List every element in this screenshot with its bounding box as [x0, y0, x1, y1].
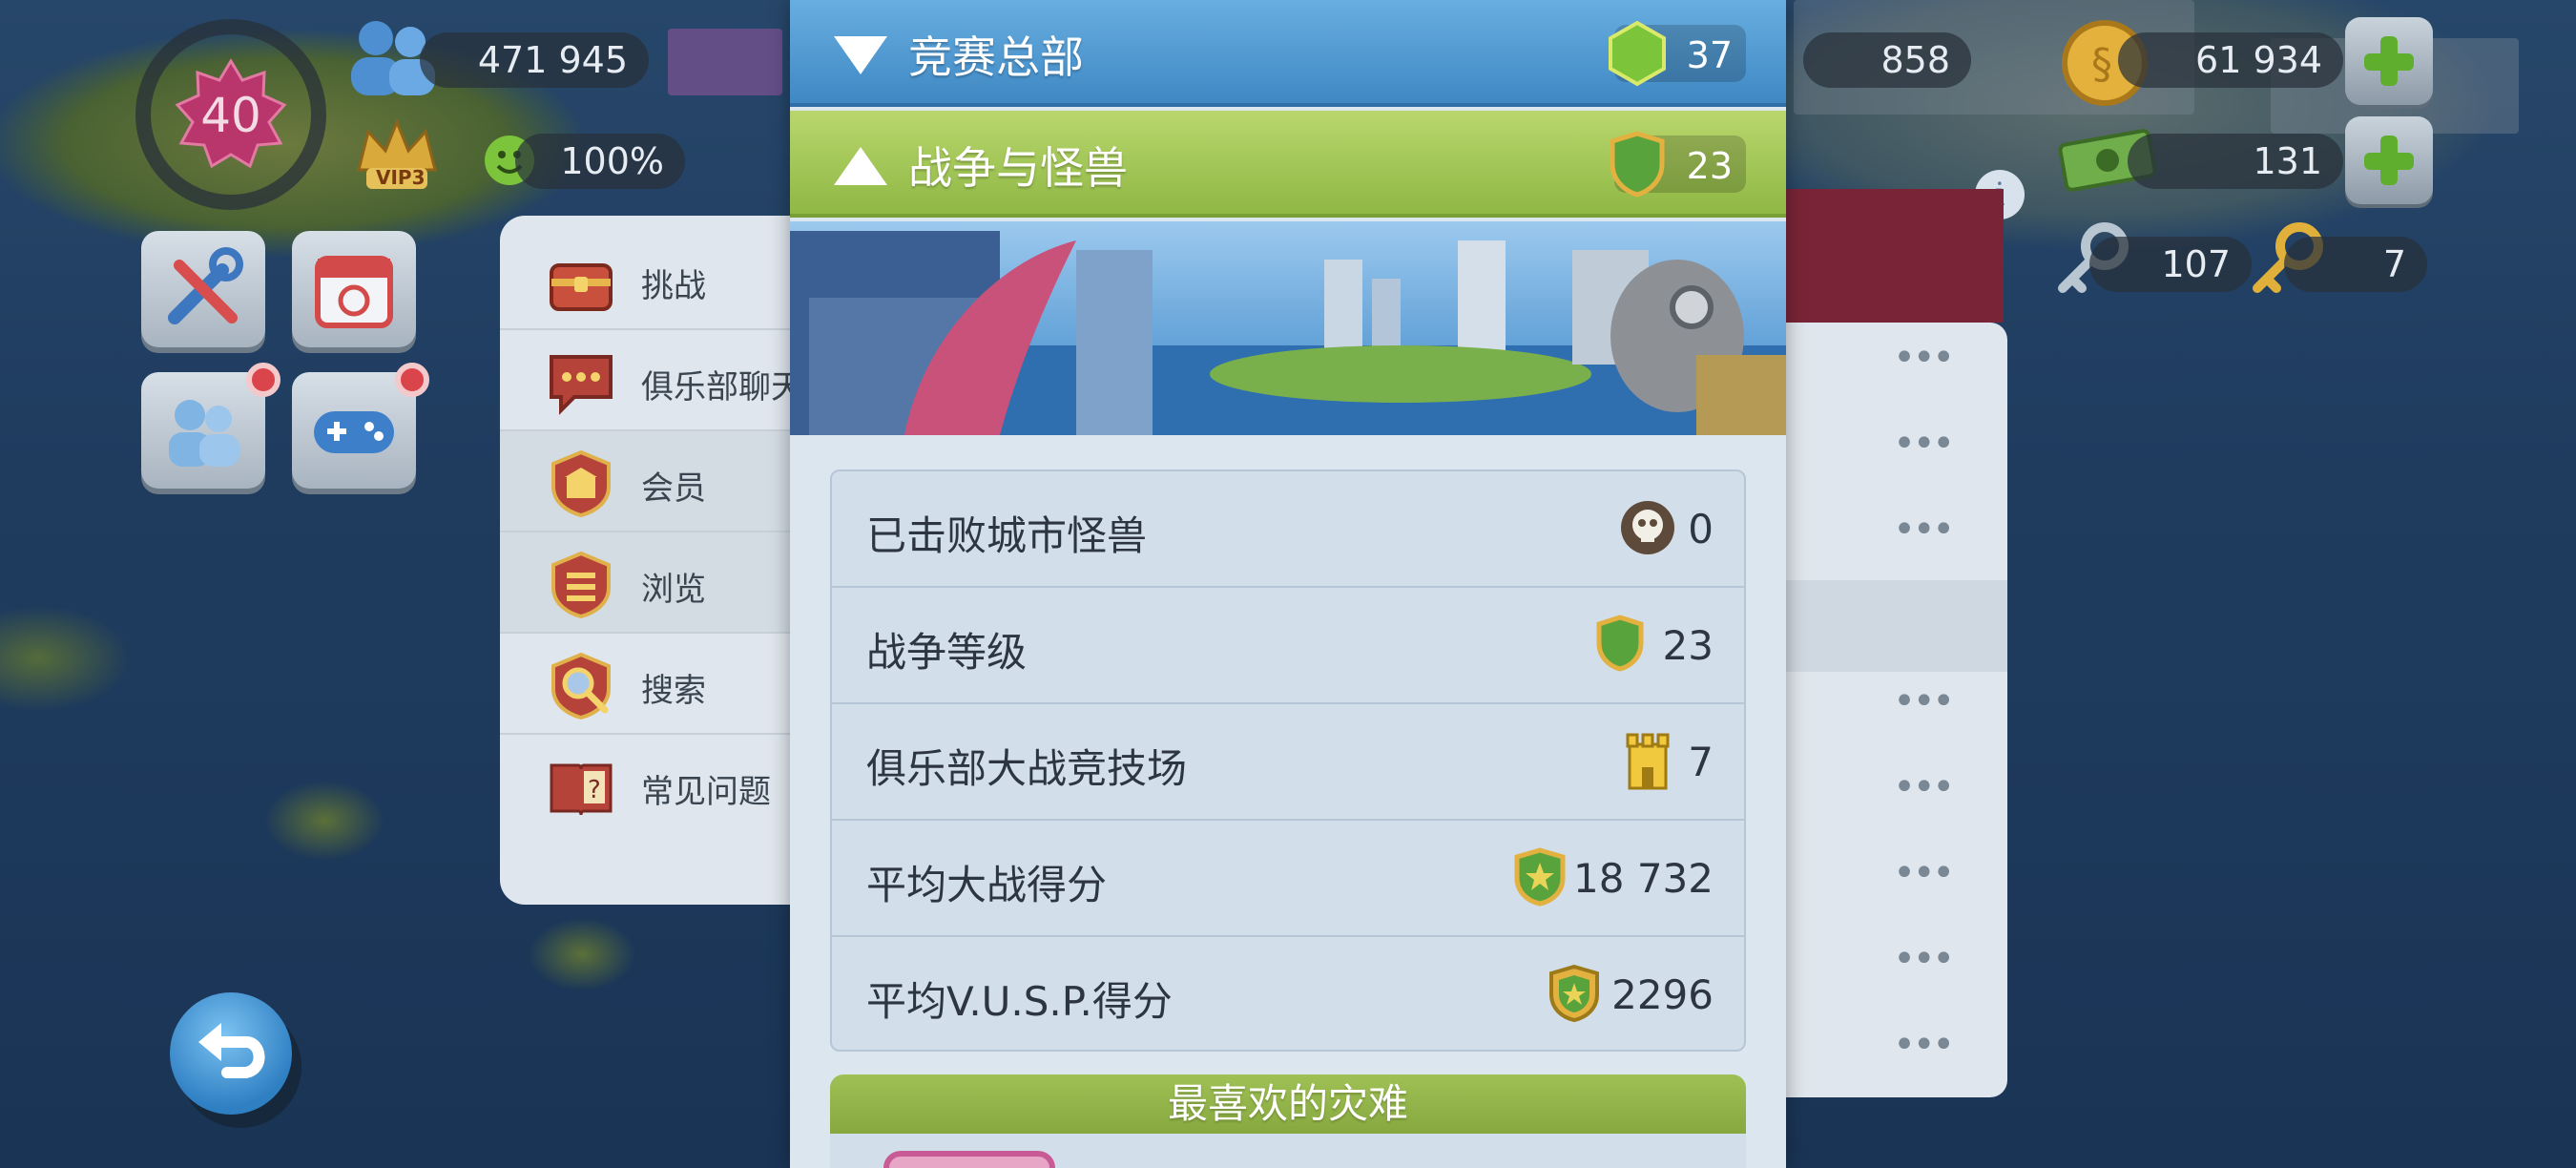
- menu-label-club-chat: 俱乐部聊天: [641, 368, 803, 407]
- friends-button[interactable]: [141, 372, 265, 489]
- green-hexagon-icon: [1609, 20, 1666, 87]
- favorite-disaster-card[interactable]: [883, 1151, 1055, 1168]
- more-options-icon[interactable]: •••: [1893, 422, 1955, 466]
- stat-row-war-level: 战争等级 23: [832, 588, 1744, 704]
- stat-label: 平均V.U.S.P.得分: [866, 978, 1173, 1025]
- members-icon: [551, 449, 611, 518]
- more-options-icon[interactable]: •••: [1893, 851, 1955, 895]
- more-options-icon[interactable]: •••: [1893, 336, 1955, 380]
- stat-value: 18 732: [1573, 855, 1714, 902]
- menu-label-search: 搜索: [641, 672, 706, 710]
- menu-label-browse: 浏览: [641, 571, 706, 609]
- friends-icon: [169, 400, 239, 467]
- favorite-disaster-section: [830, 1134, 1746, 1168]
- svg-text:?: ?: [588, 776, 601, 804]
- calendar-button[interactable]: [292, 231, 416, 347]
- menu-item-members[interactable]: 会员: [500, 431, 815, 532]
- add-simoleons-button[interactable]: [2345, 17, 2433, 105]
- build-tools-button[interactable]: [141, 231, 265, 347]
- menu-item-faq[interactable]: ? 常见问题: [500, 735, 815, 836]
- stat-value: 2296: [1611, 971, 1714, 1018]
- vip-label: VIP3: [376, 166, 426, 189]
- war-shield-icon: [1610, 131, 1665, 198]
- browse-icon: [551, 551, 611, 619]
- cash-counter: 131: [2128, 134, 2343, 189]
- war-monsters-title: 战争与怪兽: [908, 142, 1128, 194]
- silver-keys-value: 107: [2161, 243, 2231, 285]
- more-options-icon[interactable]: •••: [1893, 765, 1955, 809]
- contest-hq-header[interactable]: 竞赛总部 37: [790, 0, 1786, 107]
- level-value: 40: [200, 88, 261, 143]
- back-button[interactable]: [170, 992, 292, 1115]
- friends-notification-dot: [246, 363, 280, 397]
- stat-label: 平均大战得分: [866, 862, 1108, 908]
- game-notification-dot: [395, 363, 429, 397]
- star-shield-icon: [1514, 847, 1566, 907]
- right-list-panel: ••• ••• ••• ••• ••• ••• ••• •••: [1775, 189, 2007, 1097]
- stat-row-club-war-arena: 俱乐部大战竞技场 7: [832, 704, 1744, 821]
- war-monsters-value: 23: [1686, 145, 1733, 187]
- collapse-triangle-icon: [834, 147, 887, 185]
- club-stats-panel: 竞赛总部 37 战争与怪兽 23 已击败城市怪兽 0 战争等级 23 俱乐部大战…: [790, 0, 1786, 1168]
- currency-858-counter: 858: [1803, 32, 1971, 88]
- stat-label: 战争等级: [866, 629, 1028, 676]
- war-shield-icon: [1596, 615, 1644, 672]
- chest-icon: [550, 263, 613, 311]
- silver-keys-counter: 107: [2089, 237, 2252, 292]
- level-badge[interactable]: 40: [135, 19, 326, 210]
- war-banner-image: [790, 221, 1786, 435]
- search-icon: [551, 652, 611, 720]
- undo-arrow-icon: [198, 1023, 265, 1078]
- stat-row-avg-war-score: 平均大战得分 18 732: [832, 821, 1744, 937]
- calendar-icon: [315, 256, 393, 328]
- simoleons-value: 61 934: [2195, 39, 2322, 81]
- svg-text:§: §: [2091, 40, 2112, 89]
- menu-item-search[interactable]: 搜索: [500, 634, 815, 735]
- war-monsters-badge: 23: [1610, 131, 1746, 198]
- more-options-icon[interactable]: •••: [1893, 508, 1955, 552]
- add-cash-button[interactable]: [2345, 116, 2433, 204]
- cash-value: 131: [2253, 140, 2322, 182]
- happiness-counter: 100%: [515, 134, 685, 189]
- stat-value: 0: [1688, 506, 1714, 553]
- faq-book-icon: ?: [550, 763, 613, 816]
- population-value: 471 945: [477, 39, 628, 81]
- expand-triangle-icon: [834, 36, 887, 74]
- stat-label: 已击败城市怪兽: [866, 512, 1148, 559]
- more-options-icon[interactable]: •••: [1893, 937, 1955, 981]
- menu-label-members: 会员: [641, 469, 706, 508]
- menu-label-faq: 常见问题: [641, 773, 771, 811]
- stat-row-monsters-defeated: 已击败城市怪兽 0: [832, 471, 1744, 588]
- stat-label: 俱乐部大战竞技场: [866, 745, 1188, 792]
- happiness-value: 100%: [560, 140, 664, 182]
- stat-row-avg-vusp-score: 平均V.U.S.P.得分 2296: [832, 937, 1744, 1053]
- vu-shield-icon: [1549, 964, 1599, 1023]
- menu-item-browse[interactable]: 浏览: [500, 532, 815, 634]
- favorite-disaster-header: 最喜欢的灾难: [830, 1074, 1746, 1134]
- population-counter: 471 945: [420, 32, 649, 88]
- more-options-icon[interactable]: •••: [1893, 679, 1955, 723]
- menu-label-challenge: 挑战: [641, 267, 706, 305]
- contest-hq-badge: 37: [1609, 20, 1746, 87]
- wrench-screwdriver-icon: [168, 247, 243, 324]
- war-stats-table: 已击败城市怪兽 0 战争等级 23 俱乐部大战竞技场 7 平均大战得分 18 7…: [830, 469, 1746, 1052]
- chat-icon: [550, 355, 613, 415]
- gold-keys-value: 7: [2382, 243, 2406, 285]
- simoleons-counter: 61 934: [2118, 32, 2343, 88]
- contest-hq-title: 竞赛总部: [908, 31, 1084, 83]
- gamepad-icon: [314, 411, 394, 453]
- tower-icon: [1626, 733, 1670, 790]
- club-side-menu: 挑战 俱乐部聊天 会员 浏览 搜索 ? 常见问题: [500, 216, 815, 905]
- gold-keys-counter: 7: [2284, 237, 2427, 292]
- contest-hq-value: 37: [1686, 34, 1733, 76]
- skull-icon: [1621, 501, 1674, 554]
- currency-858-value: 858: [1880, 39, 1950, 81]
- war-monsters-header[interactable]: 战争与怪兽 23: [790, 111, 1786, 218]
- right-list-ribbon: [1775, 189, 2004, 323]
- stat-value: 23: [1662, 622, 1714, 669]
- more-options-icon[interactable]: •••: [1893, 1023, 1955, 1067]
- stat-value: 7: [1688, 739, 1714, 785]
- menu-item-club-chat[interactable]: 俱乐部聊天: [500, 330, 815, 431]
- menu-item-challenge[interactable]: 挑战: [500, 229, 815, 330]
